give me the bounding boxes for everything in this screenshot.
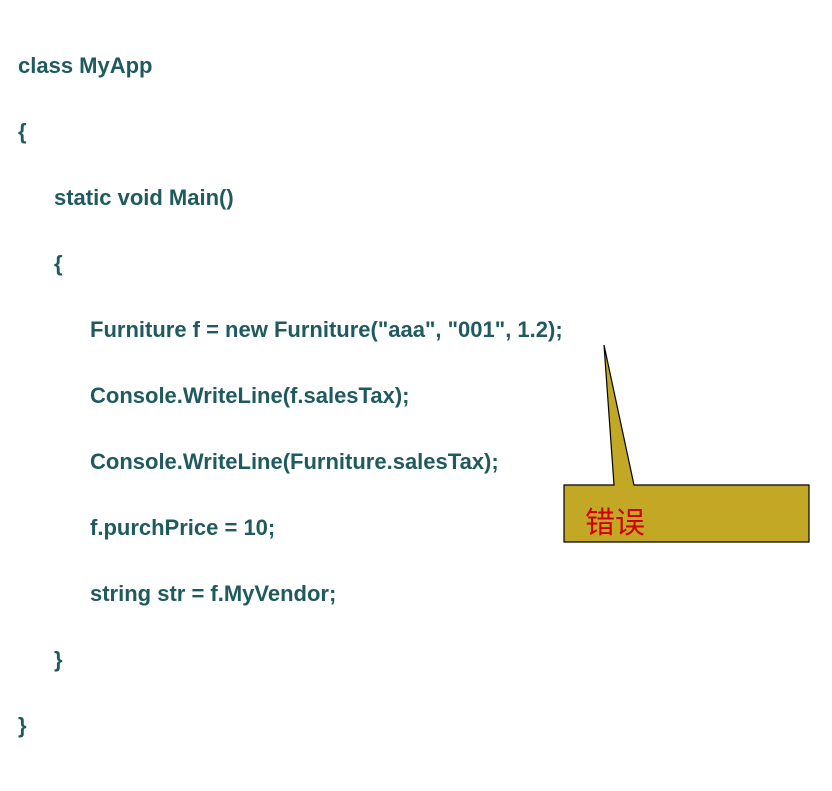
code-line-1: class MyApp <box>18 49 814 82</box>
callout-label: 错误 <box>585 498 645 542</box>
code-line-5: Furniture f = new Furniture("aaa", "001"… <box>18 313 814 346</box>
code-line-9: string str = f.MyVendor; <box>18 577 814 610</box>
code-line-4: { <box>18 247 814 280</box>
code-line-10: } <box>18 643 814 676</box>
code-line-11: } <box>18 709 814 742</box>
code-line-3: static void Main() <box>18 181 814 214</box>
code-line-2: { <box>18 115 814 148</box>
